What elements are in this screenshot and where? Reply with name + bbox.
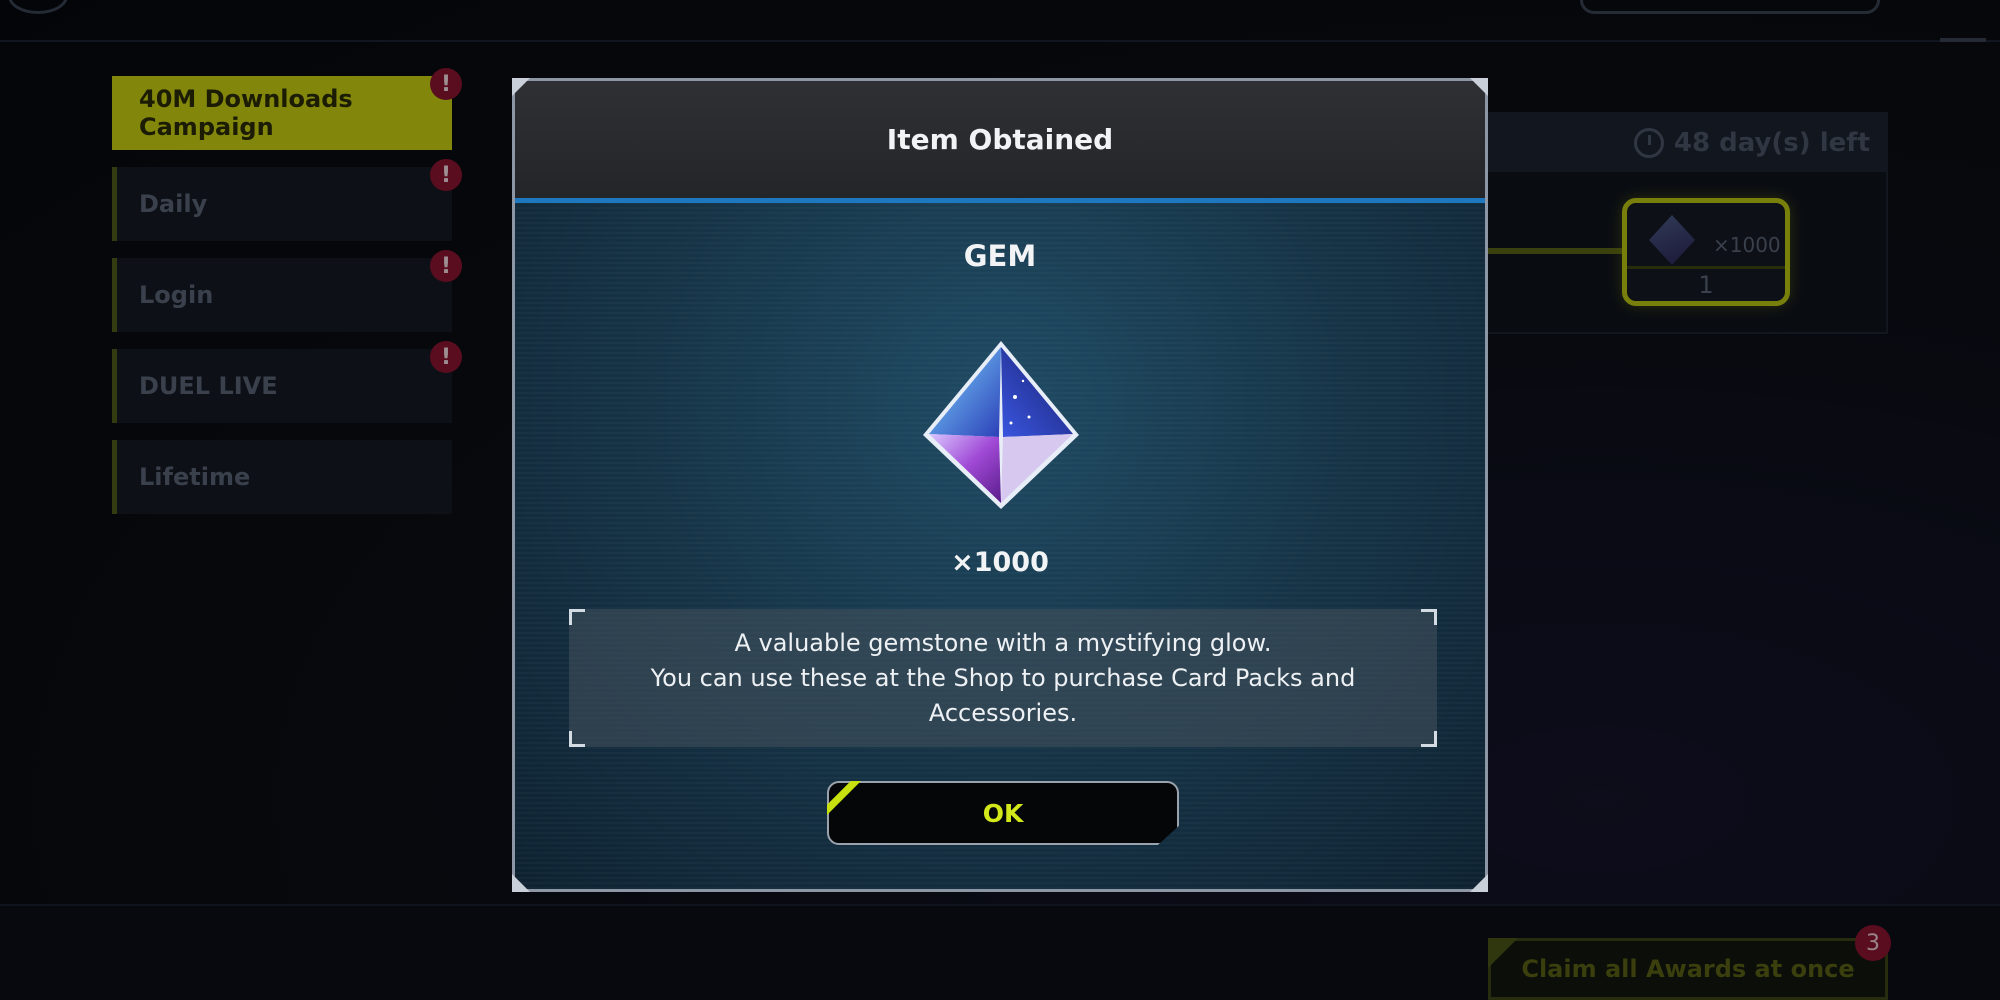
bracket-ornament — [569, 731, 585, 747]
bracket-ornament — [569, 609, 585, 625]
description-line: You can use these at the Shop to purchas… — [650, 663, 1356, 692]
item-obtained-dialog: Item Obtained GEM ×1000 A valuable gemst… — [512, 78, 1488, 892]
gem-icon — [919, 337, 1083, 513]
ok-button-label: OK — [982, 798, 1024, 828]
corner-ornament — [512, 874, 530, 892]
dialog-header: Item Obtained — [515, 81, 1485, 203]
description-line: Accessories. — [928, 698, 1078, 727]
item-quantity: ×1000 — [951, 547, 1049, 578]
bracket-ornament — [1421, 609, 1437, 625]
item-description-box: A valuable gemstone with a mystifying gl… — [569, 609, 1437, 747]
item-name: GEM — [963, 239, 1037, 273]
corner-ornament — [1470, 874, 1488, 892]
description-line: A valuable gemstone with a mystifying gl… — [734, 628, 1272, 657]
ok-button[interactable]: OK — [827, 781, 1179, 845]
item-description: A valuable gemstone with a mystifying gl… — [651, 626, 1356, 731]
dialog-title: Item Obtained — [886, 123, 1114, 156]
bracket-ornament — [1421, 731, 1437, 747]
